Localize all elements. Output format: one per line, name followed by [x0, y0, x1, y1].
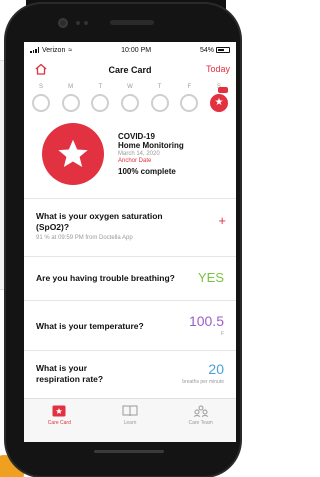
wifi-icon: ≈ — [68, 46, 73, 54]
day-rings: ★ — [30, 94, 230, 112]
list-item-respiration[interactable]: What is your respiration rate? 20 breath… — [24, 351, 236, 395]
tab-care-card[interactable]: Care Card — [24, 399, 95, 442]
list-item-breathing[interactable]: Are you having trouble breathing? YES — [24, 257, 236, 301]
tab-label: Care Card — [47, 420, 71, 426]
care-card-icon — [52, 405, 66, 417]
camera-icon — [58, 18, 68, 28]
list-item-temperature[interactable]: What is your temperature? 100.5 F — [24, 301, 236, 351]
star-icon: ★ — [214, 97, 224, 108]
star-icon — [58, 139, 88, 168]
completion-star-icon — [42, 123, 104, 185]
day-progress-ring[interactable] — [61, 94, 80, 112]
item-answer: YES — [197, 270, 224, 285]
card-title-line2: Home Monitoring — [118, 141, 184, 150]
item-question: What is your oxygen saturation (SpO2)? — [36, 211, 163, 232]
item-unit: F — [220, 331, 224, 337]
day-label: T — [98, 84, 103, 90]
tab-learn[interactable]: Learn — [95, 399, 166, 442]
tab-bar: Care Card Learn Care Team — [24, 398, 236, 442]
item-question: Are you having trouble breathing? — [36, 273, 175, 283]
card-title-line1: COVID-19 — [118, 132, 155, 141]
page-title: Care Card — [108, 65, 152, 75]
day-label: F — [187, 84, 192, 90]
tab-label: Learn — [123, 420, 137, 426]
app-screen: Verizon ≈ 10:00 PM 54% Care Card Today S… — [24, 42, 236, 442]
today-badge — [218, 87, 228, 93]
battery-percent: 54% — [199, 46, 214, 54]
anchor-date-label: Anchor Date — [118, 158, 152, 164]
phone-top-bezel — [6, 4, 240, 36]
day-progress-ring[interactable] — [32, 94, 50, 112]
day-letters: S M T W T F S — [30, 82, 230, 92]
day-label: W — [127, 84, 133, 90]
completion-status: 100% complete — [118, 167, 176, 176]
add-button[interactable]: + — [218, 213, 226, 228]
team-icon — [193, 405, 208, 417]
day-progress-ring[interactable] — [180, 94, 199, 112]
day-label: S — [38, 84, 43, 90]
phone-frame: Verizon ≈ 10:00 PM 54% Care Card Today S… — [6, 4, 240, 476]
home-icon[interactable] — [34, 62, 48, 76]
book-icon — [122, 405, 138, 417]
sensor-icon — [76, 21, 80, 25]
tab-care-team[interactable]: Care Team — [165, 399, 236, 442]
week-selector: S M T W T F S ★ — [24, 82, 236, 112]
tab-label: Care Team — [188, 420, 213, 426]
status-time: 10:00 PM — [121, 46, 152, 54]
care-card-summary: COVID-19 Home Monitoring March 14, 2020 … — [24, 112, 236, 192]
item-detail: 91 % at 09:59 PM from Doctella App — [36, 235, 133, 241]
day-label: M — [68, 84, 74, 90]
navigation-bar: Care Card Today — [24, 58, 236, 82]
today-button[interactable]: Today — [206, 64, 230, 74]
item-answer: 100.5 — [188, 313, 224, 329]
item-question: What is your respiration rate? — [36, 363, 104, 384]
day-label: T — [157, 84, 162, 90]
day-progress-ring[interactable] — [91, 94, 110, 112]
day-progress-ring[interactable] — [150, 94, 169, 112]
item-unit: breaths per minute — [182, 379, 224, 385]
sensor-icon — [84, 21, 88, 25]
home-indicator — [94, 450, 164, 453]
card-date: March 14, 2020 — [118, 151, 160, 157]
item-answer: 20 — [208, 361, 224, 377]
battery-icon — [216, 47, 230, 53]
day-progress-ring[interactable] — [120, 94, 139, 112]
day-progress-ring-today[interactable]: ★ — [209, 94, 228, 112]
list-item-oxygen[interactable]: What is your oxygen saturation (SpO2)? 9… — [24, 199, 236, 257]
carrier-label: Verizon — [42, 46, 66, 54]
status-bar: Verizon ≈ 10:00 PM 54% — [24, 42, 236, 58]
speaker-grille — [110, 20, 154, 25]
signal-icon — [30, 47, 39, 53]
